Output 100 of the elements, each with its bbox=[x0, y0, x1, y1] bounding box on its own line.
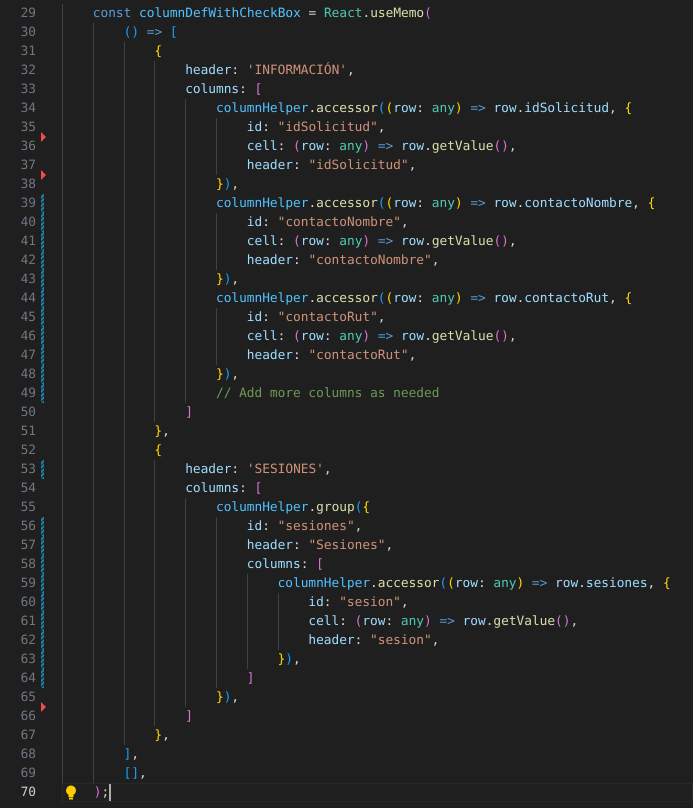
modified-lines-marker[interactable] bbox=[41, 669, 44, 688]
line-number: 30 bbox=[20, 24, 36, 42]
line-number: 60 bbox=[20, 594, 36, 612]
line-number: 42 bbox=[20, 252, 36, 270]
code-line: }, bbox=[62, 726, 693, 745]
code-line: columns: [ bbox=[62, 479, 693, 498]
line-number: 56 bbox=[20, 518, 36, 536]
code-line: ] bbox=[62, 707, 693, 726]
modified-lines-marker[interactable] bbox=[41, 650, 44, 669]
line-number: 47 bbox=[20, 347, 36, 365]
modified-lines-marker[interactable] bbox=[41, 536, 44, 555]
line-number: 46 bbox=[20, 328, 36, 346]
code-line: }), bbox=[62, 175, 693, 194]
line-number: 61 bbox=[20, 613, 36, 631]
code-line: }, bbox=[62, 422, 693, 441]
code-line: header: "Sesiones", bbox=[62, 536, 693, 555]
line-number: 68 bbox=[20, 746, 36, 764]
modified-lines-marker[interactable] bbox=[41, 346, 44, 365]
modified-lines-marker[interactable] bbox=[41, 574, 44, 593]
line-number: 63 bbox=[20, 651, 36, 669]
modified-lines-marker[interactable] bbox=[41, 517, 44, 536]
modified-lines-marker[interactable] bbox=[41, 270, 44, 289]
modified-lines-marker[interactable] bbox=[41, 194, 44, 213]
code-line: [], bbox=[62, 764, 693, 783]
modified-lines-marker[interactable] bbox=[41, 631, 44, 650]
line-number: 34 bbox=[20, 100, 36, 118]
code-line: id: "contactoRut", bbox=[62, 308, 693, 327]
code-line: columns: [ bbox=[62, 80, 693, 99]
line-number: 69 bbox=[20, 765, 36, 783]
code-line: id: "idSolicitud", bbox=[62, 118, 693, 137]
code-line: header: "idSolicitud", bbox=[62, 156, 693, 175]
line-number: 70 bbox=[20, 784, 36, 802]
modified-lines-marker[interactable] bbox=[41, 365, 44, 384]
code-line: header: "contactoRut", bbox=[62, 346, 693, 365]
code-line: header: 'INFORMACIÓN', bbox=[62, 61, 693, 80]
deleted-lines-marker[interactable] bbox=[41, 132, 46, 142]
line-number: 57 bbox=[20, 537, 36, 555]
code-line: }), bbox=[62, 688, 693, 707]
modified-lines-marker[interactable] bbox=[41, 308, 44, 327]
line-number: 33 bbox=[20, 81, 36, 99]
code-line: ], bbox=[62, 745, 693, 764]
code-line: id: "sesiones", bbox=[62, 517, 693, 536]
modified-lines-marker[interactable] bbox=[41, 593, 44, 612]
code-line: header: 'SESIONES', bbox=[62, 460, 693, 479]
line-number: 52 bbox=[20, 442, 36, 460]
code-line: columns: [ bbox=[62, 555, 693, 574]
code-line: { bbox=[62, 441, 693, 460]
line-number: 58 bbox=[20, 556, 36, 574]
code-line: header: "contactoNombre", bbox=[62, 251, 693, 270]
line-number: 31 bbox=[20, 43, 36, 61]
modified-lines-marker[interactable] bbox=[41, 384, 44, 403]
line-number: 65 bbox=[20, 689, 36, 707]
line-number: 43 bbox=[20, 271, 36, 289]
line-number: 54 bbox=[20, 480, 36, 498]
line-number: 41 bbox=[20, 233, 36, 251]
code-line: () => [ bbox=[62, 23, 693, 42]
code-line: const columnDefWithCheckBox = React.useMemo( bbox=[62, 4, 693, 23]
line-number: 51 bbox=[20, 423, 36, 441]
deleted-lines-marker[interactable] bbox=[41, 170, 46, 180]
modified-lines-marker[interactable] bbox=[41, 251, 44, 270]
modified-lines-marker[interactable] bbox=[41, 612, 44, 631]
modified-lines-marker[interactable] bbox=[41, 460, 44, 479]
lightbulb-icon[interactable] bbox=[65, 785, 77, 800]
line-number: 64 bbox=[20, 670, 36, 688]
code-line: columnHelper.accessor((row: any) => row.idSolicitud, { bbox=[62, 99, 693, 118]
line-number: 40 bbox=[20, 214, 36, 232]
line-number: 59 bbox=[20, 575, 36, 593]
code-line: { bbox=[62, 42, 693, 61]
code-line: columnHelper.accessor((row: any) => row.sesiones, { bbox=[62, 574, 693, 593]
code-line: }), bbox=[62, 270, 693, 289]
deleted-lines-marker[interactable] bbox=[41, 702, 46, 712]
code-line: columnHelper.accessor((row: any) => row.contactoNombre, { bbox=[62, 194, 693, 213]
line-number: 38 bbox=[20, 176, 36, 194]
modified-lines-marker[interactable] bbox=[41, 327, 44, 346]
code-line: }), bbox=[62, 650, 693, 669]
modified-lines-marker[interactable] bbox=[41, 232, 44, 251]
code-line: cell: (row: any) => row.getValue(), bbox=[62, 232, 693, 251]
line-number: 62 bbox=[20, 632, 36, 650]
code-line: ] bbox=[62, 403, 693, 422]
code-line: header: "sesion", bbox=[62, 631, 693, 650]
text-cursor bbox=[109, 784, 112, 801]
code-line: cell: (row: any) => row.getValue(), bbox=[62, 612, 693, 631]
modified-lines-marker[interactable] bbox=[41, 289, 44, 308]
line-number: 53 bbox=[20, 461, 36, 479]
line-number: 55 bbox=[20, 499, 36, 517]
line-number: 48 bbox=[20, 366, 36, 384]
line-number: 49 bbox=[20, 385, 36, 403]
code-line: cell: (row: any) => row.getValue(), bbox=[62, 327, 693, 346]
modified-lines-marker[interactable] bbox=[41, 213, 44, 232]
line-number: 32 bbox=[20, 62, 36, 80]
code-line: }), bbox=[62, 365, 693, 384]
line-number: 66 bbox=[20, 708, 36, 726]
code-line: columnHelper.group({ bbox=[62, 498, 693, 517]
code-line: cell: (row: any) => row.getValue(), bbox=[62, 137, 693, 156]
code-line: ] bbox=[62, 669, 693, 688]
line-number: 45 bbox=[20, 309, 36, 327]
modified-lines-marker[interactable] bbox=[41, 555, 44, 574]
line-number: 36 bbox=[20, 138, 36, 156]
line-number: 44 bbox=[20, 290, 36, 308]
line-number: 37 bbox=[20, 157, 36, 175]
